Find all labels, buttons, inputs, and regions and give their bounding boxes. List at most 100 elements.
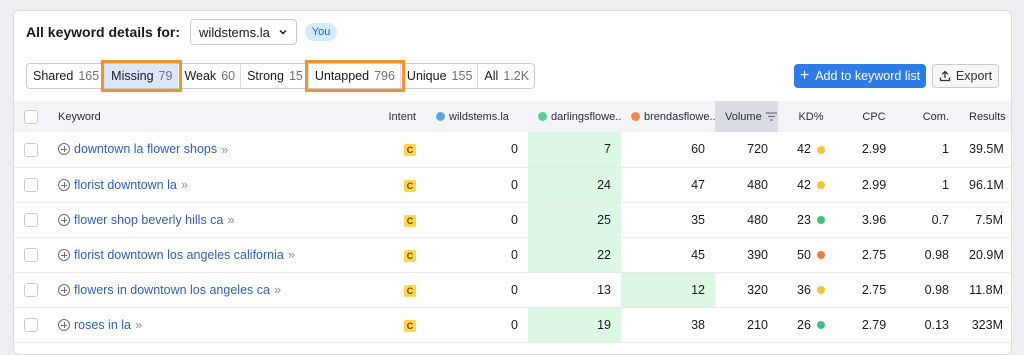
tab-count: 79 [158, 69, 173, 83]
domain-1-position: 0 [511, 142, 518, 157]
tab-missing[interactable]: Missing 79 [101, 60, 183, 92]
col-header-keyword[interactable]: Keyword [48, 101, 368, 132]
keyword-link[interactable]: flowers in downtown los angeles ca [74, 283, 270, 297]
competition-cell: 0.7 [931, 212, 949, 227]
domain-1-position: 0 [511, 247, 518, 262]
domain-select[interactable]: wildstems.la [190, 19, 297, 45]
domain-1-position: 0 [511, 282, 518, 297]
kd-value: 26 [797, 317, 811, 332]
row-select-cell [14, 307, 48, 342]
keyword-link[interactable]: florist downtown la [74, 178, 177, 192]
cpc-cell: 2.99 [861, 142, 887, 157]
row-checkbox[interactable] [24, 282, 38, 297]
col-header-cpc[interactable]: CPC [844, 101, 904, 132]
chevron-down-icon [279, 29, 287, 35]
table-row: roses in la » C 0 19 38 210 26 2.79 0.13 323M [14, 307, 1011, 342]
domain-1-position: 0 [511, 317, 518, 332]
keyword-cell: downtown la flower shops » [48, 132, 368, 167]
col-header-domain-1[interactable]: wildstems.la [426, 101, 528, 132]
keyword-details-arrow-icon[interactable]: » [274, 282, 281, 297]
keyword-details-arrow-icon[interactable]: » [181, 177, 188, 192]
intent-badge: C [404, 179, 416, 192]
add-keyword-icon[interactable] [58, 213, 70, 226]
row-checkbox[interactable] [24, 212, 38, 227]
intent-cell: C [368, 237, 426, 272]
col-header-domain-3[interactable]: brendasflowe... [621, 101, 715, 132]
plus-icon: + [799, 67, 810, 84]
keyword-link[interactable]: downtown la flower shops [74, 142, 217, 156]
row-checkbox[interactable] [24, 247, 38, 262]
col-header-kd[interactable]: KD% [778, 101, 844, 132]
row-checkbox[interactable] [24, 142, 38, 157]
tab-count: 60 [221, 69, 236, 83]
intent-badge: C [404, 249, 416, 262]
col-header-com[interactable]: Com. [904, 101, 959, 132]
col-header-domain-2[interactable]: darlingsflowe... [528, 101, 621, 132]
panel-header: All keyword details for: wildstems.la Yo… [26, 19, 338, 45]
col-header-domain-2-label: darlingsflowe... [551, 110, 621, 123]
add-button-label: Add to keyword list [815, 69, 921, 83]
table-row: florist downtown los angeles california »… [14, 237, 1011, 272]
col-header-intent[interactable]: Intent [368, 101, 426, 132]
intent-cell: C [368, 167, 426, 202]
competition-cell: 0.13 [924, 317, 949, 332]
results-cell: 11.8M [969, 282, 1003, 297]
table-row: florist downtown la » C 0 24 47 480 42 2.99 1 96.1… [14, 167, 1011, 202]
keyword-details-arrow-icon[interactable]: » [221, 142, 228, 157]
add-keyword-icon[interactable] [58, 143, 70, 156]
keyword-link[interactable]: flower shop beverly hills ca [74, 213, 223, 227]
domain-2-position: 13 [597, 282, 611, 297]
domain-2-position: 24 [528, 167, 621, 202]
keyword-wrapper: flower shop beverly hills ca » [58, 212, 358, 227]
add-to-keyword-list-button[interactable]: + Add to keyword list [794, 64, 926, 88]
domain-2-position: 22 [528, 237, 621, 272]
domain-3-position: 38 [691, 317, 705, 332]
kd-cell: 26 [778, 307, 844, 342]
kd-cell: 36 [778, 272, 844, 307]
col-header-results[interactable]: Results [959, 101, 1011, 132]
tab-weak[interactable]: Weak 60 [178, 64, 242, 88]
keyword-wrapper: flowers in downtown los angeles ca » [58, 282, 358, 297]
add-keyword-icon[interactable] [58, 283, 70, 296]
keyword-details-arrow-icon[interactable]: » [227, 212, 234, 227]
add-keyword-icon[interactable] [58, 248, 70, 261]
kd-value: 42 [797, 142, 811, 157]
domain-3-position: 45 [691, 247, 705, 262]
volume-cell: 320 [747, 282, 768, 297]
keyword-filter-tabs: Shared 165 Missing 79 Weak 60 Strong 15 … [26, 60, 536, 92]
keyword-details-arrow-icon[interactable]: » [288, 247, 295, 262]
domain-2-dot [538, 112, 547, 122]
row-checkbox[interactable] [24, 317, 38, 332]
domain-3-position: 35 [691, 212, 705, 227]
tab-strong[interactable]: Strong 15 [241, 64, 309, 88]
results-cell: 20.9M [969, 247, 1004, 262]
kd-difficulty-dot [816, 216, 825, 225]
keyword-link[interactable]: florist downtown los angeles california [74, 248, 284, 262]
tab-unique[interactable]: Unique 155 [401, 64, 479, 88]
col-header-domain-3-label: brendasflowe... [644, 110, 715, 123]
domain-1-position: 0 [511, 212, 518, 227]
row-checkbox[interactable] [24, 177, 38, 192]
keyword-link[interactable]: roses in la [74, 318, 131, 332]
kd-value: 36 [797, 282, 811, 297]
kd-cell: 42 [778, 167, 844, 202]
col-header-volume-label: Volume [725, 110, 762, 123]
select-all-checkbox[interactable] [24, 109, 38, 124]
keyword-details-arrow-icon[interactable]: » [135, 317, 142, 332]
export-button[interactable]: Export [932, 64, 999, 88]
intent-cell: C [368, 307, 426, 342]
keyword-cell: flower shop beverly hills ca » [48, 202, 368, 237]
tab-all[interactable]: All 1.2K [478, 64, 534, 88]
tab-untapped[interactable]: Untapped 796 [304, 60, 405, 92]
competition-cell: 0.98 [924, 282, 949, 297]
col-header-volume[interactable]: Volume [715, 101, 778, 132]
tab-shared[interactable]: Shared 165 [27, 64, 106, 88]
add-keyword-icon[interactable] [58, 178, 70, 191]
keyword-wrapper: florist downtown la » [58, 177, 358, 192]
kd-value: 23 [797, 212, 811, 227]
tab-count: 1.2K [503, 69, 530, 83]
add-keyword-icon[interactable] [58, 318, 70, 331]
competition-cell: 1 [942, 177, 949, 192]
cpc-cell: 2.75 [861, 247, 887, 262]
tab-label: Shared [33, 69, 74, 83]
